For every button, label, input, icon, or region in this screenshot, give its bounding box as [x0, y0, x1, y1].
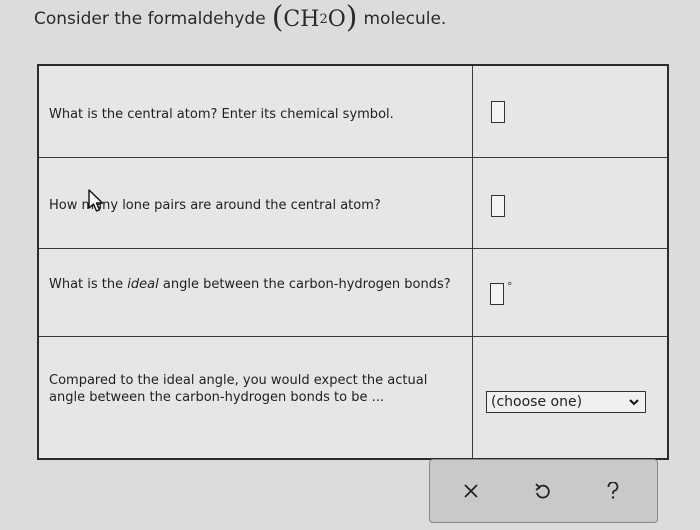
statement-suffix: molecule.	[363, 9, 447, 29]
question-row-ideal-angle: What is the ideal angle between the carb…	[39, 248, 667, 337]
central-atom-input[interactable]	[491, 101, 505, 123]
chevron-down-icon	[629, 394, 639, 410]
select-value: (choose one)	[491, 394, 583, 410]
lone-pairs-input[interactable]	[491, 195, 505, 217]
question-table: What is the central atom? Enter its chem…	[37, 64, 669, 460]
close-icon[interactable]	[458, 478, 484, 504]
degree-unit: °	[507, 280, 513, 293]
undo-icon[interactable]	[529, 478, 555, 504]
answer-toolbar	[429, 459, 658, 523]
question-row-lone-pairs: How many lone pairs are around the centr…	[39, 157, 667, 249]
ideal-angle-input[interactable]	[490, 283, 504, 305]
question-row-central-atom: What is the central atom? Enter its chem…	[39, 66, 667, 158]
pointer-cursor-icon	[87, 188, 107, 218]
question-row-actual-angle: Compared to the ideal angle, you would e…	[39, 336, 667, 458]
problem-statement: Consider the formaldehyde (CH 2 O) molecul…	[34, 0, 446, 38]
statement-prefix: Consider the formaldehyde	[34, 9, 266, 29]
help-icon[interactable]	[600, 478, 626, 504]
question-central-atom: What is the central atom? Enter its chem…	[49, 107, 394, 122]
question-ideal-angle: What is the ideal angle between the carb…	[49, 277, 451, 292]
question-actual-angle: Compared to the ideal angle, you would e…	[49, 373, 428, 405]
formaldehyde-formula: (CH 2 O)	[271, 0, 358, 35]
actual-angle-select[interactable]: (choose one)	[486, 391, 646, 413]
